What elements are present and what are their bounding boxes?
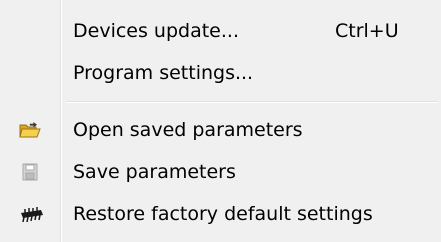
floppy-disk-icon — [19, 163, 41, 181]
menu-item-save-parameters[interactable]: Save parameters — [0, 151, 441, 193]
menu-item-restore-factory-defaults[interactable]: Restore factory default settings — [0, 193, 441, 235]
menu-item-label: Devices update... — [73, 20, 239, 42]
menu-item-label: Save parameters — [73, 161, 236, 183]
context-menu: Devices update... Ctrl+U Program setting… — [0, 0, 441, 242]
menu-item-label: Open saved parameters — [73, 119, 303, 141]
menu-item-open-saved-parameters[interactable]: Open saved parameters — [0, 109, 441, 151]
separator-line-light — [66, 102, 438, 103]
menu-item-label: Program settings... — [73, 62, 254, 84]
menu-item-shortcut: Ctrl+U — [335, 20, 399, 42]
menu-item-label: Restore factory default settings — [73, 203, 373, 225]
menu-separator — [66, 101, 438, 103]
menu-item-program-settings[interactable]: Program settings... — [0, 52, 441, 94]
menu-item-devices-update[interactable]: Devices update... Ctrl+U — [0, 10, 441, 52]
folder-open-icon — [19, 121, 41, 139]
chip-icon — [19, 205, 43, 223]
